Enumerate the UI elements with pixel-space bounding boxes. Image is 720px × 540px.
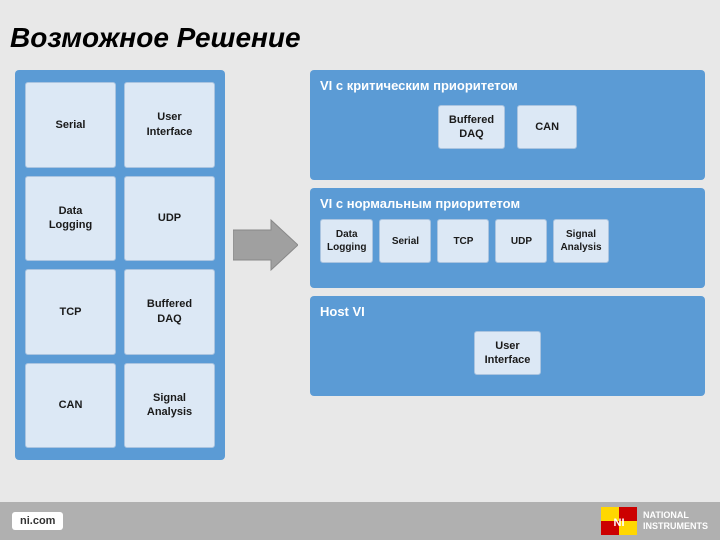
host-user-interface: UserInterface bbox=[474, 331, 542, 375]
footer: ni.com NI NATIONAL INSTRUMENTS bbox=[0, 502, 720, 540]
critical-can: CAN bbox=[517, 105, 577, 149]
ni-logo-icon: NI bbox=[601, 507, 637, 535]
vi-box-data-logging: DataLogging bbox=[25, 176, 116, 262]
normal-boxes: DataLogging Serial TCP UDP SignalAnalysi… bbox=[320, 219, 695, 263]
slide: Возможное Решение Serial UserInterface D… bbox=[0, 0, 720, 540]
main-title: Возможное Решение bbox=[10, 22, 710, 54]
arrow-icon bbox=[233, 215, 298, 275]
vi-box-can: CAN bbox=[25, 363, 116, 449]
host-boxes: UserInterface bbox=[320, 327, 695, 379]
title-area: Возможное Решение bbox=[10, 10, 710, 65]
vi-box-udp: UDP bbox=[124, 176, 215, 262]
vi-box-buffered-daq: BufferedDAQ bbox=[124, 269, 215, 355]
ni-logo-line2: INSTRUMENTS bbox=[643, 521, 708, 532]
normal-panel-title: VI с нормальным приоритетом bbox=[320, 196, 695, 211]
normal-signal-analysis: SignalAnalysis bbox=[553, 219, 608, 263]
vi-box-serial: Serial bbox=[25, 82, 116, 168]
vi-box-user-interface: UserInterface bbox=[124, 82, 215, 168]
arrow-container bbox=[230, 210, 300, 280]
vi-box-tcp: TCP bbox=[25, 269, 116, 355]
host-panel-title: Host VI bbox=[320, 304, 695, 319]
ni-logo-text: NATIONAL INSTRUMENTS bbox=[643, 510, 708, 532]
normal-panel: VI с нормальным приоритетом DataLogging … bbox=[310, 188, 705, 288]
vi-box-signal-analysis: SignalAnalysis bbox=[124, 363, 215, 449]
critical-panel-title: VI с критическим приоритетом bbox=[320, 78, 695, 93]
right-panels: VI с критическим приоритетом BufferedDAQ… bbox=[310, 70, 705, 396]
critical-boxes: BufferedDAQ CAN bbox=[320, 101, 695, 153]
left-panel: Serial UserInterface DataLogging UDP TCP… bbox=[15, 70, 225, 460]
normal-udp: UDP bbox=[495, 219, 547, 263]
ni-logo: NI NATIONAL INSTRUMENTS bbox=[601, 507, 708, 535]
normal-data-logging: DataLogging bbox=[320, 219, 373, 263]
ni-logo-line1: NATIONAL bbox=[643, 510, 708, 521]
host-panel: Host VI UserInterface bbox=[310, 296, 705, 396]
svg-text:NI: NI bbox=[614, 517, 625, 529]
ni-badge: ni.com bbox=[12, 512, 63, 530]
critical-panel: VI с критическим приоритетом BufferedDAQ… bbox=[310, 70, 705, 180]
normal-serial: Serial bbox=[379, 219, 431, 263]
critical-buffered-daq: BufferedDAQ bbox=[438, 105, 505, 149]
normal-tcp: TCP bbox=[437, 219, 489, 263]
